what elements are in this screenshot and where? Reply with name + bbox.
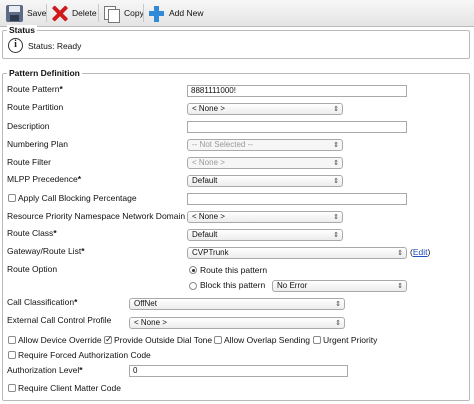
chevron-updown-icon: ⇕ xyxy=(333,142,339,149)
mlpp-precedence-label: MLPP Precedence* xyxy=(7,174,82,184)
route-filter-value: < None > xyxy=(192,158,225,167)
call-blocking-percentage-input[interactable] xyxy=(187,193,407,205)
chevron-updown-icon: ⇕ xyxy=(333,178,339,185)
route-filter-select[interactable]: < None > ⇕ xyxy=(187,157,343,169)
copy-button[interactable]: Copy xyxy=(103,3,144,23)
route-class-value: Default xyxy=(192,230,218,239)
toolbar-divider xyxy=(46,4,47,22)
add-icon xyxy=(148,5,165,22)
save-button[interactable]: Save xyxy=(6,3,46,23)
save-icon xyxy=(6,4,23,22)
save-label: Save xyxy=(27,8,47,18)
route-partition-label: Route Partition xyxy=(7,102,64,112)
numbering-plan-value: -- Not Selected -- xyxy=(192,140,253,149)
require-client-matter-label: Require Client Matter Code xyxy=(18,383,121,393)
call-classification-value: OffNet xyxy=(134,299,157,308)
toolbar-divider xyxy=(143,4,144,22)
chevron-updown-icon: ⇕ xyxy=(333,160,339,167)
gateway-route-list-label: Gateway/Route List* xyxy=(7,246,85,256)
numbering-plan-label: Numbering Plan xyxy=(7,139,68,149)
provide-outside-dial-tone-label: Provide Outside Dial Tone xyxy=(114,335,213,345)
route-pattern-label: Route Pattern* xyxy=(7,84,63,94)
resource-priority-label: Resource Priority Namespace Network Doma… xyxy=(7,211,186,221)
description-input[interactable] xyxy=(187,121,407,133)
provide-outside-dial-tone-checkbox[interactable] xyxy=(104,334,113,345)
external-call-control-value: < None > xyxy=(134,318,167,327)
delete-button[interactable]: Delete xyxy=(51,3,97,23)
require-client-matter-checkbox[interactable] xyxy=(8,384,16,392)
route-class-label: Route Class* xyxy=(7,228,57,238)
gateway-route-list-value: CVPTrunk xyxy=(192,248,229,257)
add-new-label: Add New xyxy=(169,8,204,18)
require-forced-auth-checkbox[interactable] xyxy=(8,351,16,359)
block-this-pattern-label: Block this pattern xyxy=(200,280,266,290)
mlpp-precedence-value: Default xyxy=(192,176,218,185)
numbering-plan-select[interactable]: -- Not Selected -- ⇕ xyxy=(187,139,343,151)
call-classification-select[interactable]: OffNet ⇕ xyxy=(129,298,345,310)
authorization-level-input[interactable]: 0 xyxy=(129,365,348,377)
chevron-updown-icon: ⇕ xyxy=(333,214,339,221)
call-classification-label: Call Classification* xyxy=(7,297,78,307)
external-call-control-select[interactable]: < None > ⇕ xyxy=(129,317,345,329)
allow-overlap-sending-checkbox[interactable] xyxy=(214,336,222,344)
status-legend: Status xyxy=(7,25,37,35)
apply-call-blocking-checkbox[interactable] xyxy=(8,194,16,202)
authorization-level-label: Authorization Level* xyxy=(7,365,83,375)
block-reason-select[interactable]: No Error ⇕ xyxy=(272,280,407,292)
route-pattern-input[interactable]: 8881111000! xyxy=(187,85,407,97)
toolbar-divider xyxy=(98,4,99,22)
chevron-updown-icon: ⇕ xyxy=(335,320,341,327)
chevron-updown-icon: ⇕ xyxy=(333,232,339,239)
toolbar: Save Delete Copy Add New xyxy=(0,0,474,27)
chevron-updown-icon: ⇕ xyxy=(397,250,403,257)
add-new-button[interactable]: Add New xyxy=(148,3,204,23)
allow-device-override-checkbox[interactable] xyxy=(8,336,16,344)
mlpp-precedence-select[interactable]: Default ⇕ xyxy=(187,175,343,187)
urgent-priority-checkbox[interactable] xyxy=(313,336,321,344)
chevron-updown-icon: ⇕ xyxy=(333,106,339,113)
status-text: Status: Ready xyxy=(28,41,82,51)
allow-overlap-sending-label: Allow Overlap Sending xyxy=(224,335,310,345)
edit-link-wrapper: (Edit) xyxy=(410,247,431,257)
route-class-select[interactable]: Default ⇕ xyxy=(187,229,343,241)
route-this-pattern-label: Route this pattern xyxy=(200,265,268,275)
route-this-pattern-radio[interactable] xyxy=(189,266,197,274)
edit-link[interactable]: Edit xyxy=(413,247,428,257)
allow-device-override-label: Allow Device Override xyxy=(18,335,102,345)
description-label: Description xyxy=(7,121,50,131)
chevron-updown-icon: ⇕ xyxy=(397,283,403,290)
delete-icon xyxy=(51,5,68,22)
delete-label: Delete xyxy=(72,8,97,18)
route-partition-select[interactable]: < None > ⇕ xyxy=(187,103,343,115)
route-filter-label: Route Filter xyxy=(7,157,51,167)
urgent-priority-label: Urgent Priority xyxy=(323,335,378,345)
copy-icon xyxy=(103,5,120,23)
pattern-definition-legend: Pattern Definition xyxy=(7,68,82,78)
gateway-route-list-select[interactable]: CVPTrunk ⇕ xyxy=(187,247,407,259)
external-call-control-label: External Call Control Profile xyxy=(7,315,112,325)
apply-call-blocking-label: Apply Call Blocking Percentage xyxy=(18,193,137,203)
info-icon: i xyxy=(8,38,23,53)
chevron-updown-icon: ⇕ xyxy=(335,301,341,308)
resource-priority-value: < None > xyxy=(192,212,225,221)
route-partition-value: < None > xyxy=(192,104,225,113)
route-option-label: Route Option xyxy=(7,264,58,274)
block-reason-value: No Error xyxy=(277,281,308,290)
require-forced-auth-label: Require Forced Authorization Code xyxy=(18,350,151,360)
copy-label: Copy xyxy=(124,8,144,18)
resource-priority-select[interactable]: < None > ⇕ xyxy=(187,211,343,223)
block-this-pattern-radio[interactable] xyxy=(189,282,197,290)
